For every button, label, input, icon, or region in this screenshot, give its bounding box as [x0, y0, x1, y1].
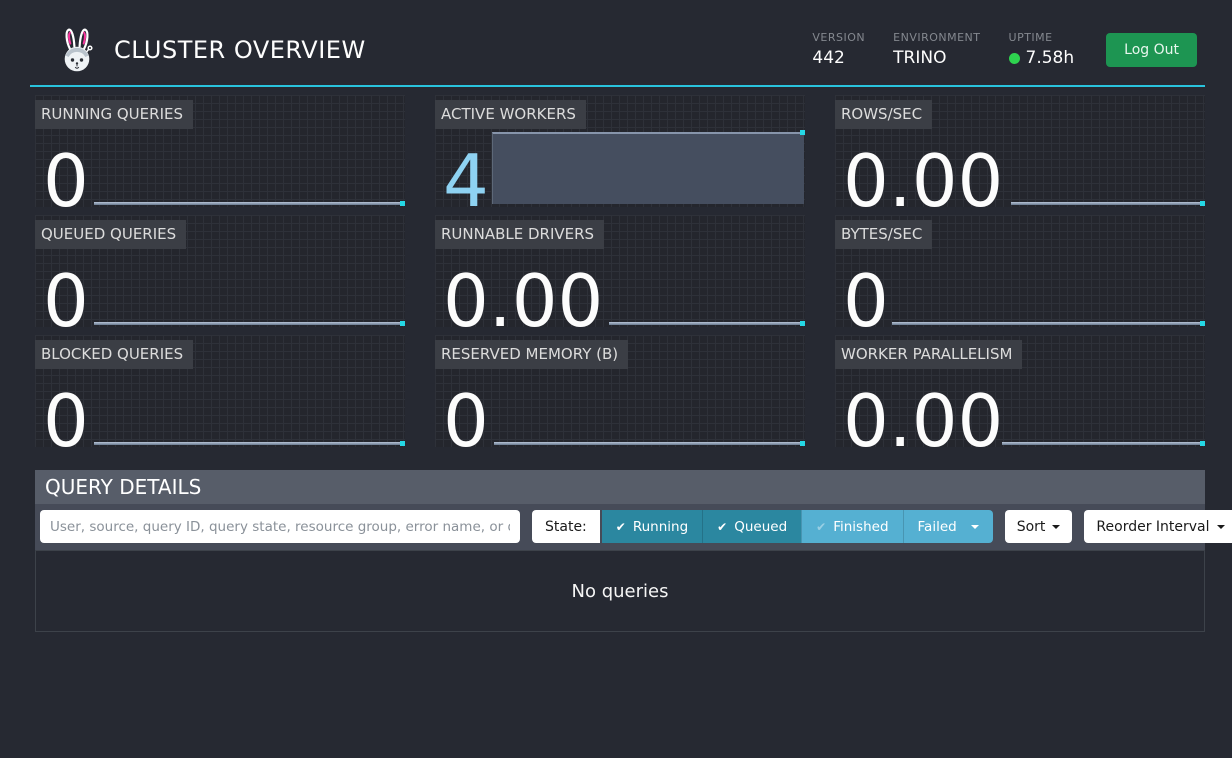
sparkline-chart: [609, 322, 804, 325]
metric-label: BYTES/SEC: [835, 220, 932, 249]
trino-bunny-logo: [58, 26, 96, 73]
metric-value: 0: [43, 385, 89, 457]
metric-value: 0: [43, 265, 89, 337]
check-icon: ✔: [717, 521, 727, 533]
reorder-interval-label: Reorder Interval: [1096, 519, 1209, 535]
check-icon: ✔: [616, 521, 626, 533]
metric-card: ACTIVE WORKERS 4: [435, 95, 805, 207]
sparkline-chart: [494, 442, 804, 445]
metric-card: ROWS/SEC 0.00: [835, 95, 1205, 207]
metric-card: WORKER PARALLELISM 0.00: [835, 335, 1205, 447]
metrics-grid: RUNNING QUERIES 0 ACTIVE WORKERS 4 ROWS/…: [35, 95, 1205, 447]
state-filter-group: State: ✔ Running ✔ Queued ✔ Finished Failed: [532, 510, 993, 543]
uptime-status-dot-icon: [1009, 53, 1020, 64]
metric-value: 0.00: [843, 385, 1003, 457]
metric-card: BLOCKED QUERIES 0: [35, 335, 405, 447]
stat-label: VERSION: [812, 31, 865, 44]
metric-label: RESERVED MEMORY (B): [435, 340, 628, 369]
stat-value: TRINO: [893, 48, 980, 68]
stat-environment: ENVIRONMENT TRINO: [893, 31, 980, 68]
sparkline-chart: [94, 322, 404, 325]
metric-label: ROWS/SEC: [835, 100, 932, 129]
page-title: CLUSTER OVERVIEW: [114, 36, 366, 64]
metric-label: BLOCKED QUERIES: [35, 340, 193, 369]
query-details-toolbar: State: ✔ Running ✔ Queued ✔ Finished Failed So…: [35, 504, 1205, 550]
sparkline-chart: [94, 202, 404, 205]
stat-value: 442: [812, 48, 865, 68]
metric-card: RUNNING QUERIES 0: [35, 95, 405, 207]
state-filter-failed[interactable]: Failed: [903, 510, 993, 543]
reorder-interval-button[interactable]: Reorder Interval: [1084, 510, 1232, 543]
uptime-value: 7.58h: [1026, 48, 1075, 68]
metric-label: RUNNABLE DRIVERS: [435, 220, 604, 249]
sparkline-chart: [1002, 442, 1205, 445]
query-list-panel: No queries: [35, 550, 1205, 632]
state-filter-finished[interactable]: ✔ Finished: [801, 510, 902, 543]
state-filter-button-label: Running: [633, 519, 688, 535]
state-filter-queued[interactable]: ✔ Queued: [702, 510, 801, 543]
caret-down-icon: [1217, 525, 1225, 529]
query-details-title: QUERY DETAILS: [35, 470, 1205, 504]
cluster-stats: VERSION 442 ENVIRONMENT TRINO UPTIME 7.5…: [812, 31, 1074, 68]
metric-card: BYTES/SEC 0: [835, 215, 1205, 327]
logout-button[interactable]: Log Out: [1106, 33, 1197, 67]
empty-queries-message: No queries: [572, 581, 669, 602]
metric-value: 0: [43, 145, 89, 217]
caret-down-icon: [971, 525, 979, 529]
metric-value: 0.00: [843, 145, 1003, 217]
state-filter-button-label: Queued: [734, 519, 787, 535]
metric-value: 0.00: [443, 265, 603, 337]
metric-card: RUNNABLE DRIVERS 0.00: [435, 215, 805, 327]
state-filter-label: State:: [532, 510, 602, 543]
metric-card: QUEUED QUERIES 0: [35, 215, 405, 327]
metric-value: 4: [443, 145, 489, 217]
query-search-input[interactable]: [40, 510, 520, 543]
stat-version: VERSION 442: [812, 31, 865, 68]
metric-label: ACTIVE WORKERS: [435, 100, 586, 129]
sparkline-chart: [892, 322, 1204, 325]
check-icon: ✔: [816, 521, 826, 533]
sparkline-chart: [1011, 202, 1204, 205]
caret-down-icon: [1052, 525, 1060, 529]
sort-button[interactable]: Sort: [1005, 510, 1073, 543]
sparkline-chart: [94, 442, 404, 445]
metric-value: 0: [443, 385, 489, 457]
navbar: CLUSTER OVERVIEW VERSION 442 ENVIRONMENT…: [30, 0, 1205, 87]
state-filter-running[interactable]: ✔ Running: [602, 510, 702, 543]
state-filter-button-label: Failed: [918, 519, 957, 535]
query-details-section: QUERY DETAILS State: ✔ Running ✔ Queued ✔ Fin…: [35, 470, 1205, 632]
stat-uptime: UPTIME 7.58h: [1009, 31, 1075, 68]
stat-label: ENVIRONMENT: [893, 31, 980, 44]
metric-label: QUEUED QUERIES: [35, 220, 186, 249]
stat-value: 7.58h: [1009, 48, 1075, 68]
metric-label: WORKER PARALLELISM: [835, 340, 1022, 369]
sort-button-label: Sort: [1017, 519, 1046, 535]
metric-value: 0: [843, 265, 889, 337]
sparkline-chart: [492, 132, 804, 204]
metric-card: RESERVED MEMORY (B) 0: [435, 335, 805, 447]
stat-label: UPTIME: [1009, 31, 1075, 44]
state-filter-button-label: Finished: [833, 519, 888, 535]
metric-label: RUNNING QUERIES: [35, 100, 193, 129]
